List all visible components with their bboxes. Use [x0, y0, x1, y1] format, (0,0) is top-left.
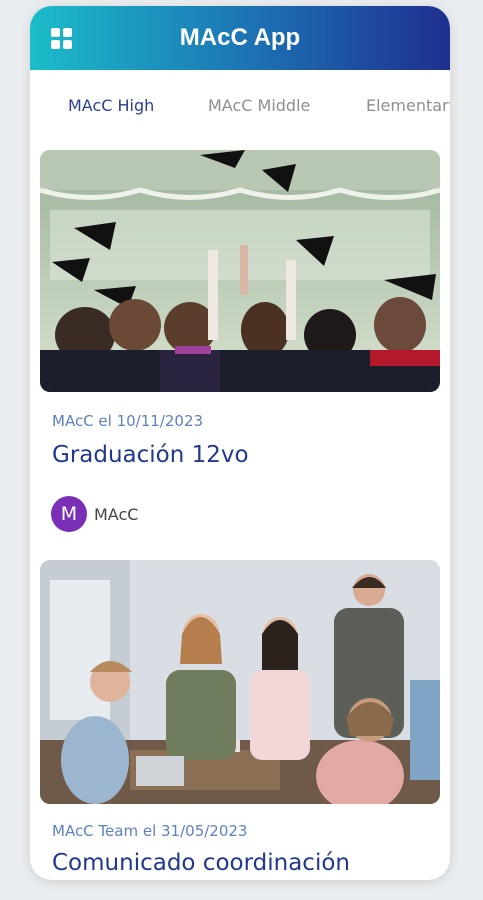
- post-title[interactable]: Comunicado coordinación: [52, 850, 350, 876]
- post-title[interactable]: Graduación 12vo: [52, 442, 249, 468]
- tab-macc-high[interactable]: MAcC High: [68, 96, 154, 115]
- post-card[interactable]: MAcC el 10/11/2023 Graduación 12vo M MAc…: [40, 150, 440, 540]
- tab-macc-middle[interactable]: MAcC Middle: [208, 96, 310, 115]
- tab-elementary[interactable]: Elementary: [366, 96, 450, 115]
- post-meta: MAcC el 10/11/2023: [52, 412, 204, 430]
- classroom-photo: [40, 560, 440, 804]
- post-card[interactable]: MAcC Team el 31/05/2023 Comunicado coord…: [40, 560, 440, 880]
- graduation-photo: [40, 150, 440, 392]
- app-screen: MAcC App MAcC High MAcC Middle Elementar…: [30, 6, 450, 880]
- post-meta: MAcC Team el 31/05/2023: [52, 822, 248, 840]
- author-name: MAcC: [94, 505, 139, 524]
- avatar: M: [51, 496, 87, 532]
- app-bar: MAcC App: [30, 6, 450, 70]
- school-tabs: MAcC High MAcC Middle Elementary: [30, 70, 450, 144]
- app-title: MAcC App: [179, 24, 301, 51]
